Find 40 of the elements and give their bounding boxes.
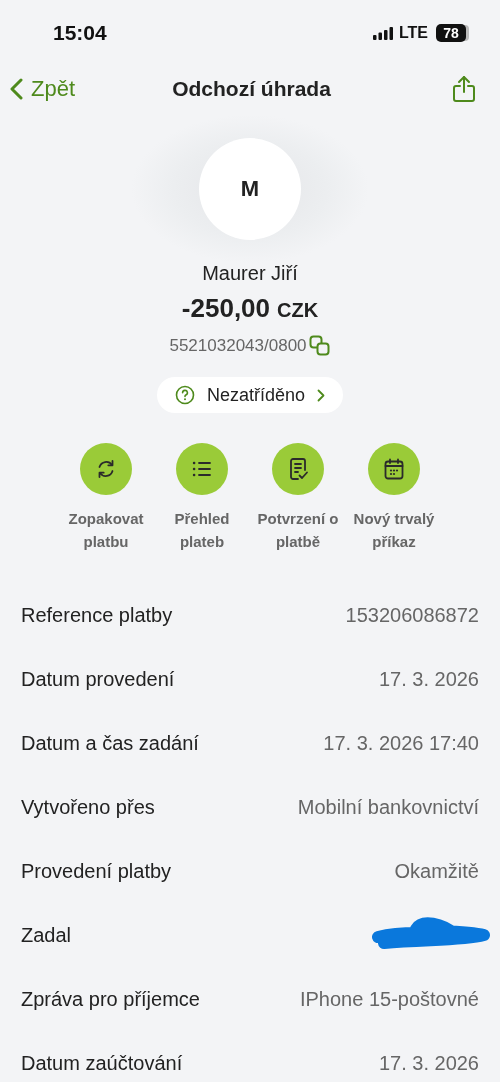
copy-icon	[308, 335, 331, 357]
screen-title: Odchozí úhrada	[172, 77, 331, 101]
detail-label: Datum zaúčtování	[21, 1051, 183, 1075]
detail-label: Datum provedení	[21, 667, 175, 691]
detail-label: Datum a čas zadání	[21, 731, 199, 755]
chevron-left-icon	[10, 78, 23, 100]
battery-icon: 78	[436, 24, 466, 42]
action-button[interactable]: Nový trvalý příkaz	[349, 443, 439, 553]
share-icon	[452, 75, 476, 103]
payee-name: Maurer Jiří	[202, 262, 298, 285]
clock-time: 15:04	[53, 21, 107, 45]
signal-icon	[372, 26, 393, 40]
share-button[interactable]	[452, 75, 476, 103]
network-label: LTE	[398, 24, 428, 42]
action-button[interactable]: Přehled plateb	[157, 443, 247, 553]
detail-value: IPhone 15-poštovné	[299, 987, 479, 1011]
avatar: M	[199, 138, 301, 240]
chevron-right-icon	[317, 388, 326, 402]
account-number: 5521032043/0800	[169, 336, 307, 356]
detail-label: Vytvořeno přes	[21, 795, 155, 819]
detail-value: 153206086872	[345, 603, 479, 627]
detail-label: Zpráva pro příjemce	[21, 987, 200, 1011]
detail-label: Zadal	[21, 923, 72, 947]
back-button[interactable]: Zpět	[10, 76, 76, 102]
action-button[interactable]: Potvrzení o platbě	[253, 443, 343, 553]
detail-value: Okamžitě	[394, 859, 479, 883]
amount: -250,00	[181, 293, 271, 324]
detail-label: Reference platby	[21, 603, 173, 627]
calendar-icon	[383, 458, 405, 480]
detail-value: 17. 3. 2026	[378, 667, 479, 691]
detail-value: Mobilní bankovnictví	[297, 795, 479, 819]
help-icon	[174, 385, 195, 405]
action-button[interactable]: Zopakovat platbu	[61, 443, 151, 553]
detail-label: Provedení platby	[21, 859, 172, 883]
category-button[interactable]: Nezatříděno	[156, 377, 344, 413]
detail-value: 17. 3. 2026 17:40	[323, 731, 479, 755]
currency: CZK	[277, 299, 319, 322]
document-check-icon	[287, 458, 309, 480]
copy-button[interactable]	[308, 335, 331, 357]
detail-value: 17. 3. 2026	[378, 1051, 479, 1075]
